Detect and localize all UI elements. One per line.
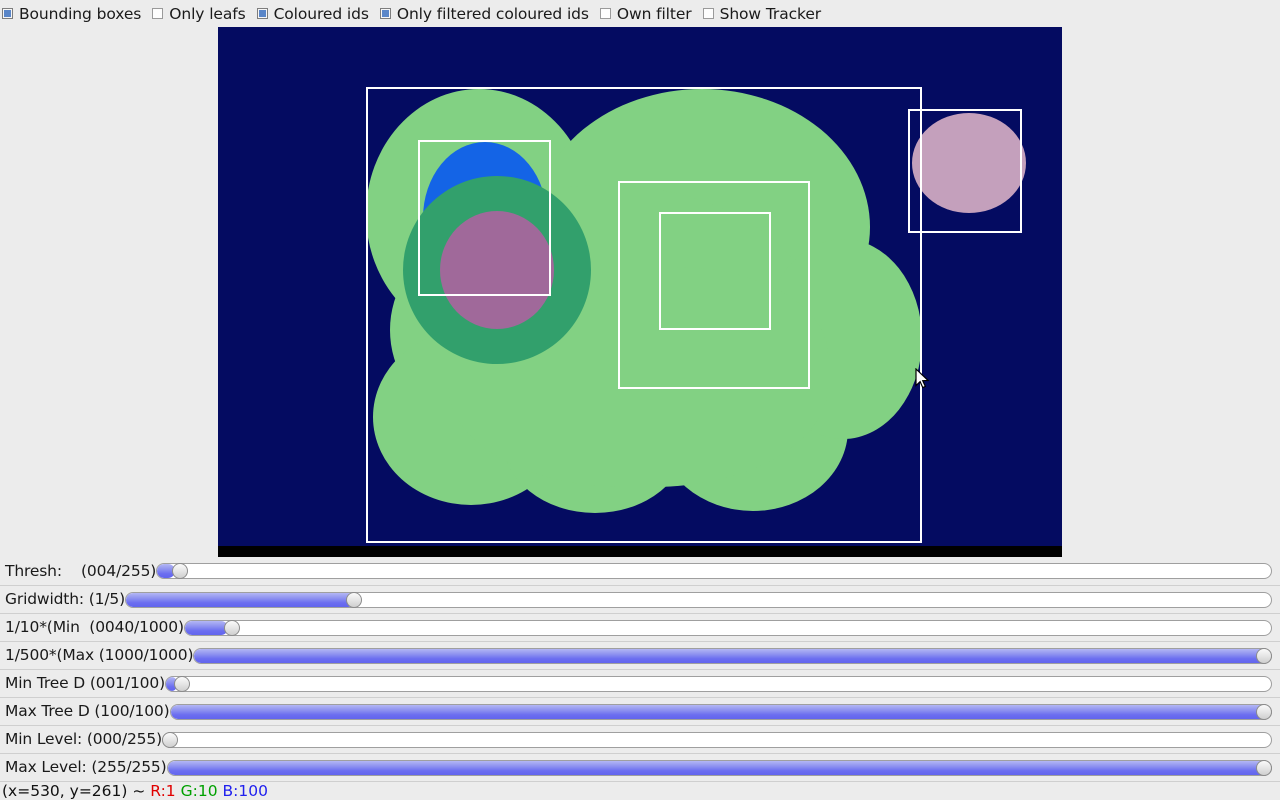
slider-track-outer-gridwidth[interactable] xyxy=(125,591,1272,609)
checkbox-toolbar: Bounding boxes Only leafs Coloured ids O… xyxy=(0,0,1280,27)
checkbox-only-filtered-coloured-ids-label: Only filtered coloured ids xyxy=(396,4,589,23)
slider-handle-gridwidth[interactable] xyxy=(346,591,363,608)
slider-row-max-tree-depth[interactable]: Max Tree D (100/100) xyxy=(0,697,1280,725)
slider-row-max-level[interactable]: Max Level: (255/255) xyxy=(0,753,1280,781)
slider-label-min-scaled: 1/10*(Min (0040/1000) xyxy=(5,618,184,636)
status-green-value: G:10 xyxy=(180,782,218,800)
checkbox-bounding-boxes-label: Bounding boxes xyxy=(19,4,142,23)
slider-fill-max-tree-depth xyxy=(170,704,1271,719)
status-red-value: R:1 xyxy=(150,782,176,800)
checkbox-coloured-ids-box[interactable] xyxy=(256,8,268,19)
slider-fill-max-level xyxy=(167,760,1271,775)
checkbox-own-filter-box[interactable] xyxy=(599,8,611,19)
slider-label-min-tree-depth: Min Tree D (001/100) xyxy=(5,674,165,692)
slider-label-max-scaled: 1/500*(Max (1000/1000) xyxy=(5,646,194,664)
canvas-bottom-strip xyxy=(218,546,1062,557)
slider-handle-min-tree-depth[interactable] xyxy=(174,675,191,692)
slider-handle-max-tree-depth[interactable] xyxy=(1256,703,1272,720)
slider-handle-min-level[interactable] xyxy=(161,731,178,748)
slider-fill-max-scaled xyxy=(194,648,1271,663)
slider-row-max-scaled[interactable]: 1/500*(Max (1000/1000) xyxy=(0,641,1280,669)
slider-handle-max-level[interactable] xyxy=(1256,759,1272,776)
pink-circle-topright xyxy=(912,113,1026,213)
slider-track-outer-thresh[interactable] xyxy=(156,562,1272,580)
checkbox-own-filter-label: Own filter xyxy=(616,4,692,23)
slider-row-min-scaled[interactable]: 1/10*(Min (0040/1000) xyxy=(0,613,1280,641)
checkbox-own-filter[interactable]: Own filter xyxy=(599,4,692,23)
slider-handle-thresh[interactable] xyxy=(172,563,189,579)
checkbox-coloured-ids[interactable]: Coloured ids xyxy=(256,4,369,23)
checkbox-show-tracker[interactable]: Show Tracker xyxy=(702,4,822,23)
slider-track-outer-max-scaled[interactable] xyxy=(193,647,1272,665)
slider-label-min-level: Min Level: (000/255) xyxy=(5,730,162,748)
slider-track-max-scaled[interactable] xyxy=(193,647,1272,664)
slider-label-thresh: Thresh: (004/255) xyxy=(5,561,157,580)
slider-track-max-tree-depth[interactable] xyxy=(169,703,1272,720)
checkbox-show-tracker-label: Show Tracker xyxy=(719,4,822,23)
slider-track-max-level[interactable] xyxy=(166,759,1272,776)
checkbox-only-filtered-coloured-ids[interactable]: Only filtered coloured ids xyxy=(379,4,589,23)
checkbox-show-tracker-box[interactable] xyxy=(702,8,714,19)
image-canvas[interactable] xyxy=(218,27,1062,557)
slider-label-max-level: Max Level: (255/255) xyxy=(5,758,167,776)
slider-track-outer-min-level[interactable] xyxy=(161,731,1272,749)
slider-track-outer-min-scaled[interactable] xyxy=(183,619,1272,637)
slider-track-outer-max-tree-depth[interactable] xyxy=(169,703,1272,721)
checkbox-bounding-boxes[interactable]: Bounding boxes xyxy=(2,6,141,22)
mauve-circle-inner xyxy=(440,211,554,329)
slider-label-gridwidth: Gridwidth: (1/5) xyxy=(5,590,126,608)
image-canvas-container[interactable] xyxy=(218,27,1062,557)
slider-row-gridwidth[interactable]: Gridwidth: (1/5) xyxy=(0,585,1280,613)
slider-fill-gridwidth xyxy=(126,592,356,607)
slider-fill-min-scaled xyxy=(184,620,229,635)
slider-track-outer-min-tree-depth[interactable] xyxy=(165,675,1272,693)
status-coordinates: (x=530, y=261) ~ xyxy=(2,782,151,800)
slider-track-min-scaled[interactable] xyxy=(183,619,1272,636)
slider-track-min-level[interactable] xyxy=(161,731,1272,748)
status-bar: (x=530, y=261) ~ R:1 G:10 B:100 xyxy=(0,781,1280,800)
slider-track-min-tree-depth[interactable] xyxy=(165,675,1272,692)
slider-panel: Thresh: (004/255) Gridwidth: (1/5) 1/10*… xyxy=(0,557,1280,781)
checkbox-only-filtered-coloured-ids-box[interactable] xyxy=(379,8,391,19)
slider-label-max-tree-depth: Max Tree D (100/100) xyxy=(5,702,170,720)
slider-row-min-level[interactable]: Min Level: (000/255) xyxy=(0,725,1280,753)
slider-handle-max-scaled[interactable] xyxy=(1256,647,1272,664)
slider-track-outer-max-level[interactable] xyxy=(166,759,1272,777)
checkbox-only-leafs-label: Only leafs xyxy=(169,4,246,23)
checkbox-only-leafs-box[interactable] xyxy=(152,8,164,19)
slider-track-thresh[interactable] xyxy=(156,563,1272,579)
checkbox-bounding-boxes-box[interactable] xyxy=(2,8,13,19)
status-blue-value: B:100 xyxy=(222,782,268,800)
slider-track-gridwidth[interactable] xyxy=(125,591,1272,608)
checkbox-only-leafs[interactable]: Only leafs xyxy=(152,4,246,23)
slider-handle-min-scaled[interactable] xyxy=(224,619,241,636)
slider-row-min-tree-depth[interactable]: Min Tree D (001/100) xyxy=(0,669,1280,697)
checkbox-coloured-ids-label: Coloured ids xyxy=(273,4,369,23)
slider-row-thresh[interactable]: Thresh: (004/255) xyxy=(0,557,1280,585)
